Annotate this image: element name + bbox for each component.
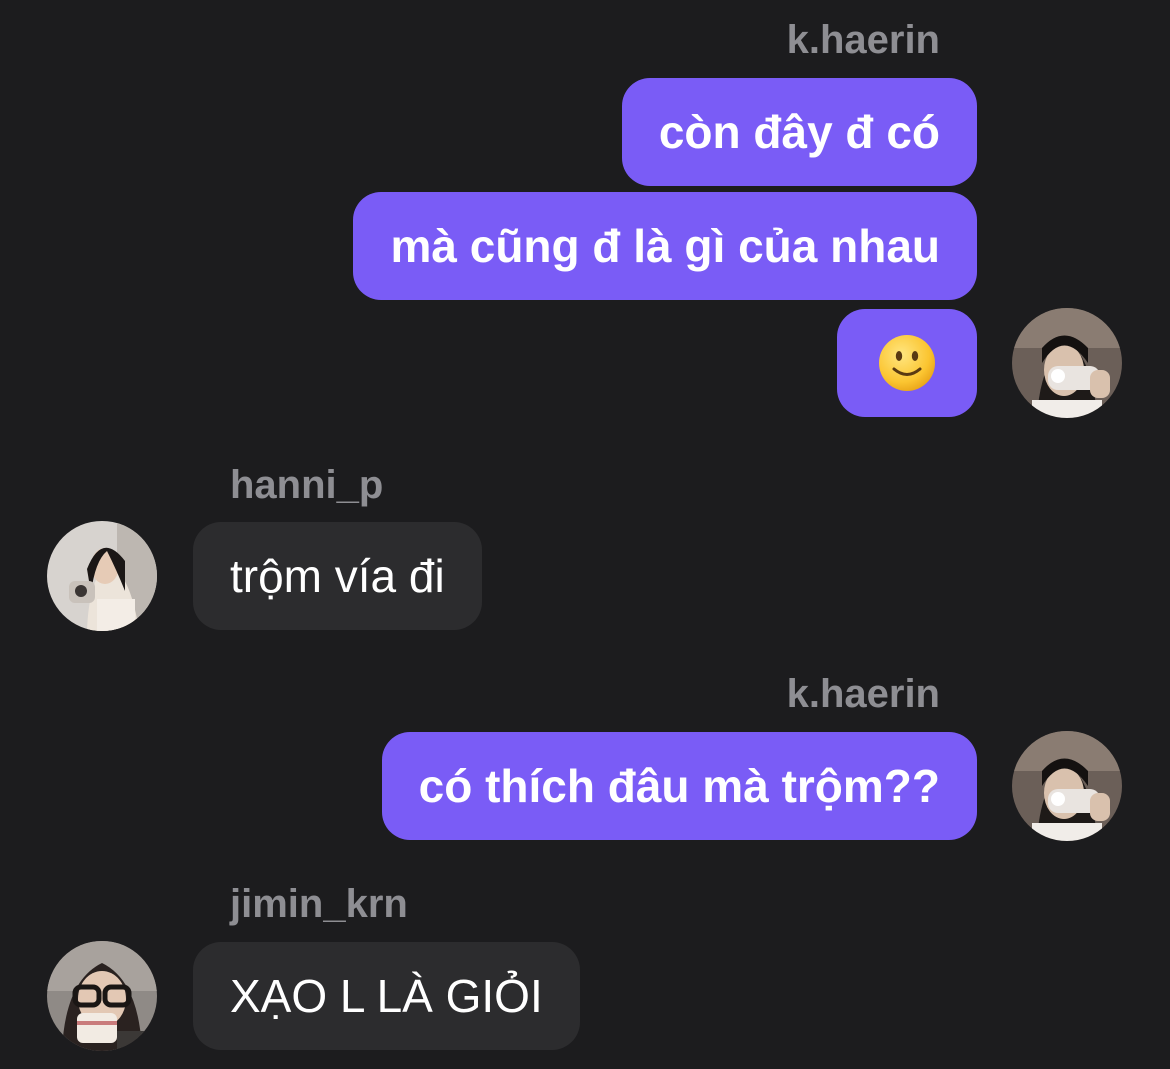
message-bubble-outgoing[interactable]: có thích đâu mà trộm?? (381, 732, 977, 840)
message-text: có thích đâu mà trộm?? (418, 760, 940, 812)
sender-name: jimin_krn (230, 882, 408, 926)
sender-name: hanni_p (230, 463, 384, 507)
message-bubble-incoming[interactable]: XẠO L LÀ GIỎI (193, 942, 580, 1050)
message-bubble-incoming[interactable]: trộm vía đi (193, 522, 482, 630)
avatar-k-haerin[interactable] (1012, 308, 1122, 418)
message-bubble-outgoing[interactable]: còn đây đ có (621, 78, 977, 186)
sender-name: k.haerin (786, 672, 940, 716)
slightly-smiling-face-icon (879, 335, 935, 391)
message-bubble-outgoing[interactable]: mà cũng đ là gì của nhau (353, 192, 977, 300)
avatar-jimin-krn[interactable] (47, 941, 157, 1051)
message-bubble-outgoing-emoji[interactable] (837, 309, 977, 417)
avatar-k-haerin[interactable] (1012, 731, 1122, 841)
avatar-hanni-p[interactable] (47, 521, 157, 631)
chat-thread: k.haerin còn đây đ có mà cũng đ là gì củ… (0, 0, 1170, 1069)
message-text: mà cũng đ là gì của nhau (390, 220, 940, 272)
message-text: trộm vía đi (230, 550, 445, 602)
sender-name: k.haerin (786, 18, 940, 62)
message-text: còn đây đ có (658, 106, 940, 158)
message-text: XẠO L LÀ GIỎI (230, 970, 543, 1022)
